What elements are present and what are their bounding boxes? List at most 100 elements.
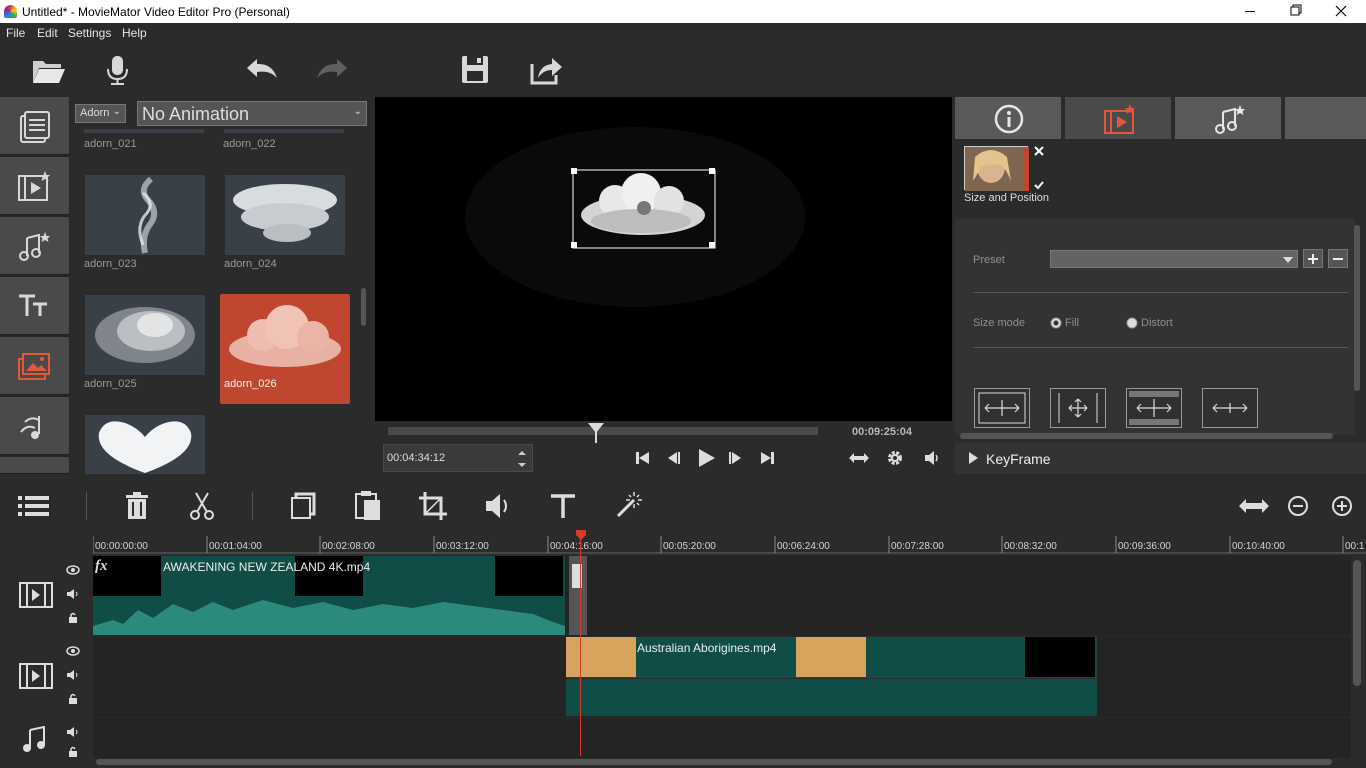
- audio-filters-tab[interactable]: [0, 217, 69, 275]
- category-select[interactable]: Adorn ⌄: [75, 104, 126, 123]
- fit-timeline-icon[interactable]: [1236, 488, 1272, 524]
- menu-edit[interactable]: Edit: [37, 26, 58, 40]
- menu-help[interactable]: Help: [122, 26, 147, 40]
- adorn-thumbnail[interactable]: [85, 415, 205, 474]
- speaker-icon[interactable]: [66, 588, 80, 600]
- skip-to-start-icon[interactable]: [634, 449, 652, 467]
- player-controls: 00:09:25:04 00:04:34:12: [375, 421, 952, 474]
- align-stretch-button[interactable]: [1202, 388, 1258, 428]
- video-filters-tab[interactable]: [0, 157, 69, 215]
- seek-handle[interactable]: [588, 423, 604, 443]
- size-mode-option-label: Distort: [1141, 317, 1173, 329]
- ruler-tick-label: 00:10:40:00: [1232, 541, 1285, 552]
- magic-wand-icon[interactable]: [610, 488, 646, 524]
- track-header-video-2: [0, 637, 91, 717]
- video-clip[interactable]: fx AWAKENING NEW ZEALAND 4K.mp4: [93, 556, 565, 635]
- menu-bar: File Edit Settings Help: [0, 23, 1366, 43]
- adorn-thumbnail[interactable]: [225, 175, 345, 255]
- next-frame-icon[interactable]: [727, 449, 745, 467]
- lock-icon[interactable]: [67, 746, 79, 758]
- paste-icon[interactable]: [350, 488, 386, 524]
- menu-file[interactable]: File: [6, 26, 25, 40]
- fit-width-icon[interactable]: [847, 449, 871, 467]
- text-icon[interactable]: [545, 488, 581, 524]
- align-center-button[interactable]: [1050, 388, 1106, 428]
- adorn-tab[interactable]: [0, 337, 69, 395]
- copy-icon[interactable]: [284, 488, 320, 524]
- adorn-thumbnail-selected[interactable]: [225, 297, 345, 377]
- library-scrollbar[interactable]: [361, 288, 366, 326]
- volume-icon[interactable]: [480, 488, 516, 524]
- eye-icon[interactable]: [66, 645, 80, 657]
- skip-to-end-icon[interactable]: [758, 449, 776, 467]
- speaker-icon[interactable]: [66, 669, 80, 681]
- properties-scrollbar[interactable]: [1354, 225, 1360, 391]
- adorn-thumbnail[interactable]: [85, 175, 205, 255]
- text-tab[interactable]: [0, 277, 69, 335]
- add-preset-button[interactable]: [1303, 249, 1323, 268]
- video-clip[interactable]: Australian Aborigines.mp4: [566, 637, 1097, 716]
- adorn-clip[interactable]: [569, 556, 587, 635]
- remove-filter-icon[interactable]: [1033, 145, 1045, 157]
- crop-icon[interactable]: [415, 488, 451, 524]
- keyframe-label: KeyFrame: [986, 451, 1051, 467]
- track-area-audio[interactable]: [93, 718, 1351, 758]
- item-label: adorn_022: [223, 138, 276, 150]
- timeline-h-scrollbar[interactable]: [96, 759, 1332, 765]
- timeline-ruler[interactable]: 00:00:00:00 00:01:04:00 00:02:08:00 00:0…: [0, 532, 1366, 554]
- current-time: 00:04:34:12: [387, 452, 446, 464]
- lock-icon[interactable]: [67, 693, 79, 705]
- tab-audio-filters[interactable]: [1175, 97, 1283, 139]
- timeline-v-scrollbar[interactable]: [1353, 560, 1361, 686]
- lock-icon[interactable]: [67, 612, 79, 624]
- redo-icon[interactable]: [312, 51, 352, 89]
- align-horizontal-button[interactable]: [974, 388, 1030, 428]
- gear-icon[interactable]: [886, 449, 904, 467]
- minimize-button[interactable]: [1228, 0, 1274, 23]
- tab-info[interactable]: [955, 97, 1063, 139]
- align-vertical-button[interactable]: [1126, 388, 1182, 428]
- playlist-tab[interactable]: [0, 97, 69, 155]
- track-area-video-1[interactable]: fx AWAKENING NEW ZEALAND 4K.mp4: [93, 556, 1351, 636]
- playhead-handle[interactable]: [576, 530, 586, 540]
- remove-preset-button[interactable]: [1328, 249, 1348, 268]
- tab-video-filters[interactable]: [1065, 97, 1173, 139]
- zoom-out-icon[interactable]: [1280, 488, 1316, 524]
- filter-thumbnail[interactable]: [964, 146, 1029, 191]
- delete-icon[interactable]: [119, 488, 155, 524]
- transitions-tab[interactable]: [0, 397, 69, 455]
- zoom-in-icon[interactable]: [1324, 488, 1360, 524]
- timeline-menu-icon[interactable]: [16, 488, 52, 524]
- video-preview[interactable]: [375, 97, 952, 421]
- speaker-icon[interactable]: [66, 726, 80, 738]
- track-area-video-2[interactable]: Australian Aborigines.mp4: [93, 637, 1351, 717]
- menu-settings[interactable]: Settings: [68, 26, 111, 40]
- export-icon[interactable]: [526, 51, 566, 89]
- clip-name: AWAKENING NEW ZEALAND 4K.mp4: [163, 560, 371, 574]
- size-mode-option-label: Fill: [1065, 317, 1080, 329]
- close-button[interactable]: [1318, 0, 1364, 23]
- filter-enabled-check-icon[interactable]: [1033, 179, 1045, 191]
- undo-icon[interactable]: [242, 51, 282, 89]
- adorn-thumbnail[interactable]: [85, 295, 205, 375]
- ruler-tick-label: 00:05:20:00: [663, 541, 716, 552]
- volume-icon[interactable]: [923, 449, 941, 467]
- fx-badge: fx: [95, 558, 108, 574]
- eye-icon[interactable]: [66, 564, 80, 576]
- tab-empty[interactable]: [1285, 97, 1366, 139]
- maximize-button[interactable]: [1272, 0, 1318, 23]
- more-tab[interactable]: [0, 457, 69, 474]
- keyframe-section[interactable]: KeyFrame: [955, 443, 1366, 474]
- timeline-playhead[interactable]: [580, 532, 581, 756]
- save-icon[interactable]: [455, 51, 495, 89]
- play-icon[interactable]: [695, 447, 717, 469]
- previous-frame-icon[interactable]: [664, 449, 682, 467]
- scissors-icon[interactable]: [184, 488, 220, 524]
- timecode-spinbox[interactable]: 00:04:34:12: [383, 444, 533, 472]
- preset-select[interactable]: [1050, 250, 1298, 268]
- open-folder-icon[interactable]: [29, 51, 69, 89]
- properties-h-scrollbar[interactable]: [960, 433, 1333, 439]
- animation-select[interactable]: No Animation ⌄: [137, 101, 367, 126]
- adorn-library: Adorn ⌄ No Animation ⌄ adorn_021 adorn_0…: [70, 97, 373, 474]
- microphone-icon[interactable]: [98, 51, 138, 89]
